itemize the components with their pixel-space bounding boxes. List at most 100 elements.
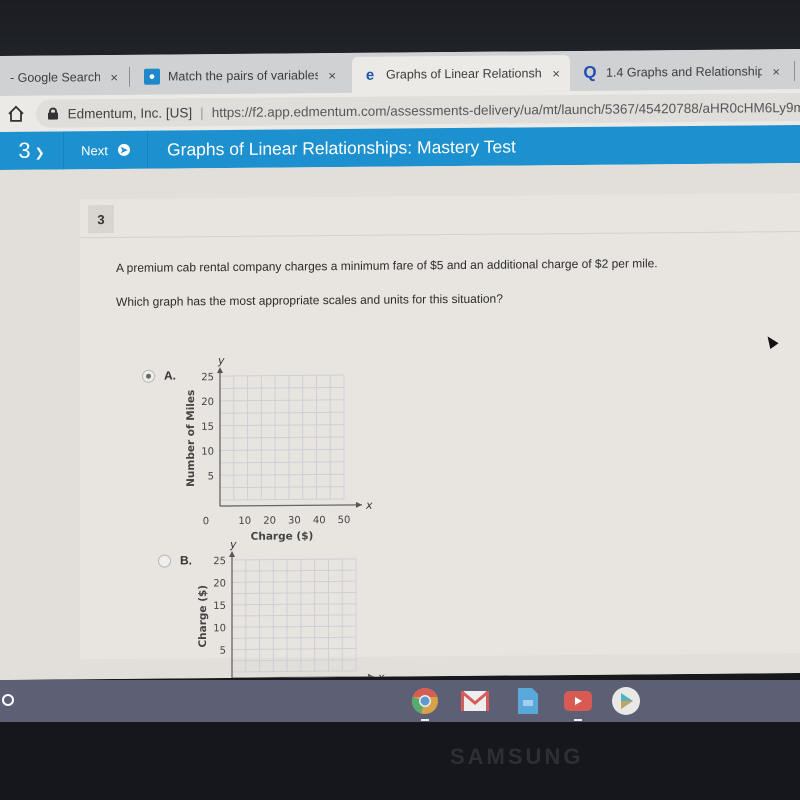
option-b[interactable]: B.	[158, 553, 192, 567]
x-axis	[232, 676, 374, 679]
grid-line-horizontal	[220, 411, 344, 414]
tab-separator	[129, 66, 130, 87]
address-bar[interactable]: Edmentum, Inc. [US] | https://f2.app.edm…	[36, 92, 800, 128]
y-tick-label: 10	[213, 623, 226, 634]
grid-line-horizontal	[232, 636, 356, 639]
y-axis-label: Charge ($)	[197, 585, 209, 648]
x-tick-label: 20	[263, 516, 276, 527]
graph-option-b: y x 5 10 15 20 25 Charge ($)	[192, 538, 396, 680]
grid-line-horizontal	[232, 569, 356, 572]
question-card: 3 A premium cab rental company charges a…	[80, 193, 800, 680]
grid-line-horizontal	[220, 486, 344, 489]
option-a-label: A.	[164, 368, 176, 383]
grid-line-horizontal	[220, 399, 344, 402]
screen: - Google Search × ● Match the pairs of v…	[0, 49, 800, 681]
tab-title: 1.4 Graphs and Relationships M	[606, 64, 763, 80]
tab-graphs-linear[interactable]: e Graphs of Linear Relationships: ×	[352, 55, 570, 93]
site-identity: Edmentum, Inc. [US]	[67, 104, 193, 121]
option-a[interactable]: A.	[142, 368, 176, 383]
question-selector-number: 3	[18, 137, 31, 163]
lock-icon	[48, 107, 58, 119]
tab-title: - Google Search	[10, 70, 101, 85]
y-axis-arrow	[217, 367, 223, 374]
y-axis-letter: y	[217, 354, 225, 367]
y-tick-label: 5	[208, 471, 214, 482]
grid-line-horizontal	[232, 647, 356, 651]
x-tick-label: 40	[313, 515, 326, 526]
running-indicator	[574, 719, 582, 721]
home-icon[interactable]	[6, 104, 26, 124]
content-area: 3 A premium cab rental company charges a…	[0, 163, 800, 681]
page-title: Graphs of Linear Relationships: Mastery …	[167, 135, 516, 160]
x-tick-label: 10	[238, 516, 251, 527]
browser-tabstrip: - Google Search × ● Match the pairs of v…	[0, 49, 800, 96]
y-tick-label: 5	[220, 646, 226, 657]
url-separator: |	[200, 104, 204, 120]
y-tick-label: 15	[213, 601, 226, 612]
url-text: https://f2.app.edmentum.com/assessments-…	[211, 99, 800, 120]
question-selector[interactable]: 3 ❯	[0, 131, 64, 170]
question-number-badge: 3	[88, 205, 114, 234]
launcher-icon[interactable]	[0, 686, 26, 716]
x-axis-arrow	[368, 673, 374, 680]
grid-line-horizontal	[220, 498, 344, 501]
grid-line-horizontal	[232, 614, 356, 617]
grid-line-horizontal	[220, 424, 344, 427]
play-store-icon[interactable]	[611, 686, 641, 716]
next-button[interactable]: Next ➤	[64, 130, 148, 170]
close-icon[interactable]: ×	[328, 68, 336, 83]
grid-line-horizontal	[232, 603, 356, 606]
people-icon: ●	[144, 68, 160, 85]
tab-title: Match the pairs of variables wit	[168, 68, 319, 84]
y-tick-label: 10	[201, 447, 214, 458]
tab-match-pairs[interactable]: ● Match the pairs of variables wit ×	[134, 57, 346, 95]
x-tick-label: 0	[203, 516, 209, 527]
question-prompt: Which graph has the most appropriate sca…	[116, 291, 503, 309]
tab-quizlet[interactable]: Q 1.4 Graphs and Relationships M ×	[572, 53, 790, 91]
y-tick-label: 25	[201, 372, 214, 383]
grid-line-horizontal	[232, 625, 356, 628]
grid-line-horizontal	[232, 670, 356, 673]
monitor-bezel-bottom: SAMSUNG	[0, 722, 800, 800]
grid-line-horizontal	[232, 558, 356, 561]
x-axis-letter: x	[377, 671, 385, 680]
y-tick-label: 25	[213, 556, 226, 567]
edge-icon: e	[365, 66, 375, 84]
y-tick-label: 20	[213, 578, 226, 589]
arrow-right-circle-icon: ➤	[117, 143, 130, 156]
x-axis-arrow	[356, 501, 362, 508]
graph-svg: y x 5 10 15 20 25 Number of Miles 0 10 20 30 40 50 Cha…	[185, 354, 373, 543]
grid-line-horizontal	[232, 659, 356, 662]
chromeos-shelf	[0, 680, 800, 722]
grid-line-horizontal	[220, 461, 344, 464]
y-axis-arrow	[229, 550, 235, 558]
grid-line-horizontal	[232, 580, 356, 583]
x-axis-letter: x	[365, 499, 373, 512]
option-b-label: B.	[180, 553, 192, 568]
grid-line-horizontal	[220, 386, 344, 389]
grid-line-horizontal	[220, 448, 344, 451]
close-icon[interactable]: ×	[110, 69, 118, 84]
chrome-icon[interactable]	[410, 686, 440, 721]
y-tick-label: 15	[201, 422, 214, 433]
quizlet-icon: Q	[583, 62, 597, 82]
grid-line-horizontal	[220, 473, 344, 476]
y-axis-label: Number of Miles	[185, 390, 197, 487]
tab-title: Graphs of Linear Relationships:	[386, 66, 543, 82]
docs-icon[interactable]	[513, 686, 543, 716]
close-icon[interactable]: ×	[552, 66, 560, 81]
x-axis-label: Charge ($)	[251, 530, 314, 543]
close-icon[interactable]: ×	[772, 64, 780, 79]
grid-line-horizontal	[220, 374, 344, 377]
chevron-down-icon: ❯	[34, 145, 45, 160]
tab-separator	[794, 61, 795, 82]
grid-line-horizontal	[220, 436, 344, 439]
radio-option-a[interactable]	[142, 369, 155, 383]
x-tick-label: 50	[338, 515, 351, 526]
next-label: Next	[81, 142, 108, 158]
gmail-icon[interactable]	[460, 686, 490, 716]
question-text: A premium cab rental company charges a m…	[116, 256, 658, 275]
tab-google-search[interactable]: - Google Search ×	[0, 59, 128, 96]
radio-option-b[interactable]	[158, 554, 171, 568]
youtube-icon[interactable]	[563, 686, 593, 721]
